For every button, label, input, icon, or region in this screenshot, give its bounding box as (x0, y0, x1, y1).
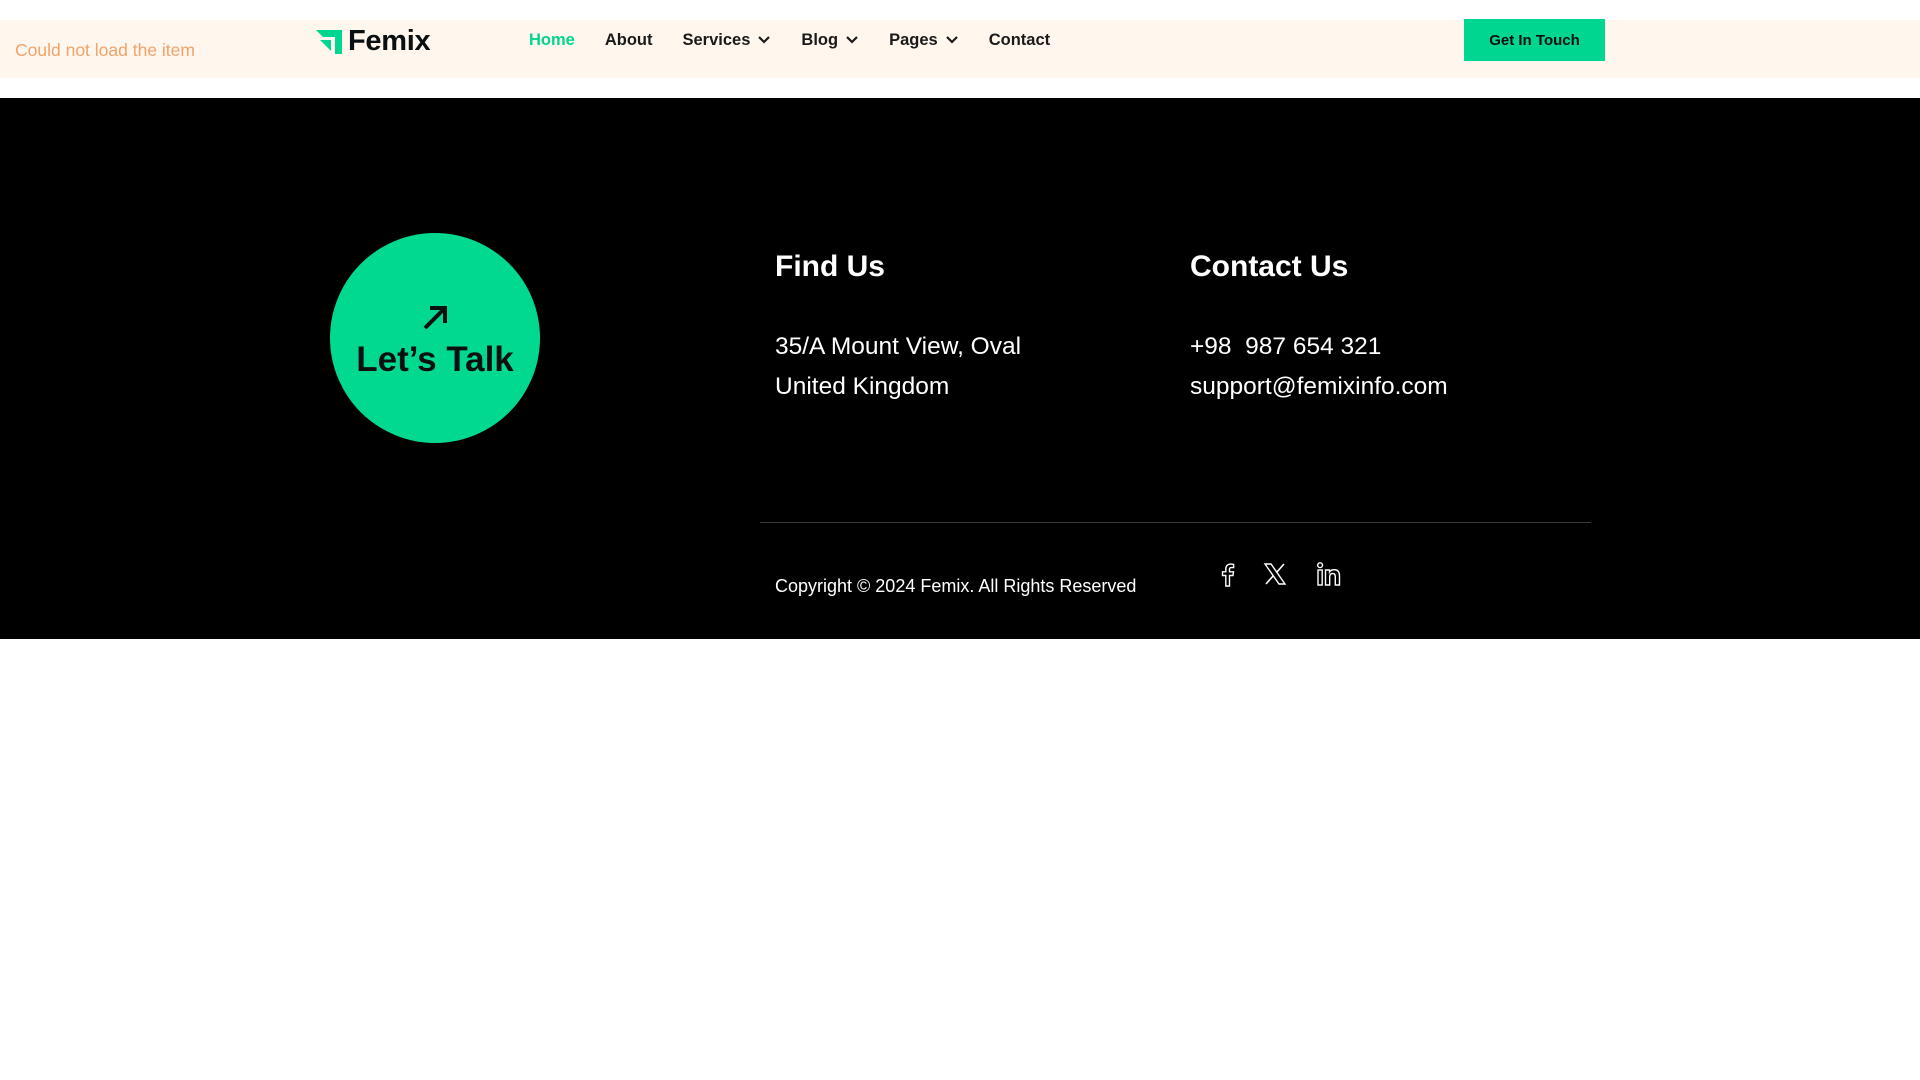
chevron-down-icon (846, 36, 858, 44)
nav-item-about[interactable]: About (605, 31, 653, 50)
email-link[interactable]: support@femixinfo.com (1190, 373, 1448, 401)
chevron-down-icon (758, 36, 771, 44)
linkedin-link[interactable] (1314, 558, 1344, 590)
facebook-link[interactable] (1212, 558, 1242, 590)
nav-item-label: Contact (988, 30, 1051, 49)
nav-item-services[interactable]: Services (683, 31, 772, 50)
site-footer: Let’s Talk Find Us 35/A Mount View, Oval… (0, 98, 1920, 639)
nav-item-blog[interactable]: Blog (801, 31, 859, 50)
x-twitter-link[interactable] (1260, 558, 1290, 590)
find-us-heading: Find Us (775, 250, 885, 283)
x-twitter-icon (1263, 563, 1287, 585)
arrow-up-right-icon (423, 306, 447, 330)
load-error-message: Could not load the item (15, 40, 195, 60)
nav-item-home[interactable]: Home (529, 31, 575, 50)
nav-item-label: Services (682, 30, 751, 49)
facebook-icon (1221, 563, 1235, 587)
main-nav: Home About Services Blog Pages Contact (529, 20, 1080, 60)
get-in-touch-button[interactable]: Get In Touch (1464, 19, 1605, 61)
nav-item-label: Home (529, 30, 575, 49)
site-header: Could not load the item Femix Home About… (0, 19, 1920, 78)
site-logo[interactable]: Femix (316, 24, 431, 57)
linkedin-icon (1316, 562, 1341, 586)
lets-talk-label: Let’s Talk (356, 340, 514, 379)
address-line-2: United Kingdom (775, 373, 950, 400)
address-line-1: 35/A Mount View, Oval (775, 333, 1022, 360)
nav-item-pages[interactable]: Pages (889, 31, 959, 50)
nav-item-contact[interactable]: Contact (989, 31, 1050, 50)
nav-item-label: Pages (889, 30, 938, 49)
logo-text: Femix (348, 24, 431, 57)
lets-talk-button[interactable]: Let’s Talk (330, 233, 540, 443)
copyright-text: Copyright © 2024 Femix. All Rights Reser… (775, 576, 1137, 596)
logo-mark-icon (316, 30, 342, 54)
nav-item-label: About (604, 30, 653, 49)
nav-item-label: Blog (801, 30, 839, 49)
phone-number-link[interactable]: +98 987 654 321 (1190, 333, 1381, 361)
footer-divider (760, 522, 1591, 523)
chevron-down-icon (945, 36, 958, 44)
contact-us-heading: Contact Us (1190, 250, 1349, 283)
